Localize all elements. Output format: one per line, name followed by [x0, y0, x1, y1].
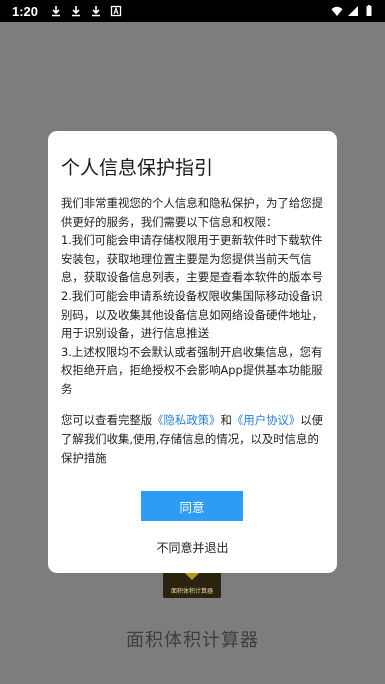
app-a-icon: [110, 5, 122, 17]
agree-button[interactable]: 同意: [141, 491, 243, 521]
status-bar: 1:20: [0, 0, 385, 22]
download-icon: [50, 5, 62, 17]
status-time: 1:20: [12, 3, 39, 19]
user-agreement-link[interactable]: 《用户协议》: [232, 413, 300, 427]
privacy-dialog: 个人信息保护指引 我们非常重视您的个人信息和隐私保护，为了给您提供更好的服务，我…: [48, 131, 337, 573]
signal-icon: [347, 5, 359, 17]
dialog-title: 个人信息保护指引: [61, 157, 214, 179]
logo-text: 面积体积计算器: [170, 588, 213, 595]
privacy-policy-link[interactable]: 《隐私政策》: [152, 413, 220, 427]
links-prefix: 您可以查看完整版: [61, 412, 153, 427]
dialog-links-text: 您可以查看完整版《隐私政策》和《用户协议》以便了解我们收集,使用,存储信息的情况…: [61, 411, 324, 468]
disagree-exit-button[interactable]: 不同意并退出: [48, 539, 337, 556]
download-icon: [70, 5, 82, 17]
dialog-body: 我们非常重视您的个人信息和隐私保护，为了给您提供更好的服务，我们需要以下信息和权…: [61, 196, 323, 396]
battery-icon: [363, 5, 375, 17]
download-icon: [90, 5, 102, 17]
app-name: 面积体积计算器: [126, 630, 259, 651]
wifi-icon: [331, 5, 343, 17]
links-and: 和: [220, 412, 232, 427]
